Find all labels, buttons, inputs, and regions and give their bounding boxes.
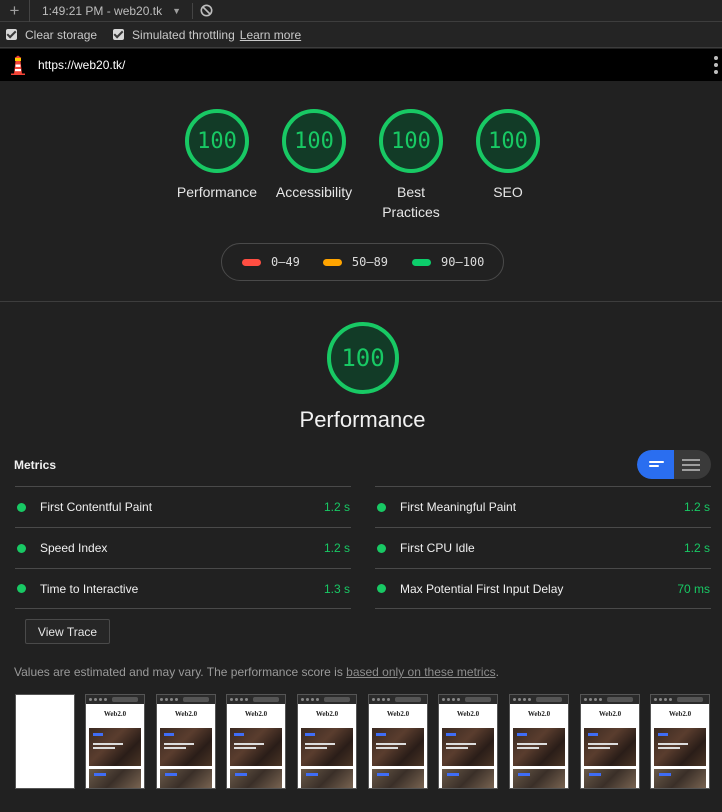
metric-first-contentful-paint: First Contentful Paint 1.2 s <box>15 486 351 527</box>
learn-more-link[interactable]: Learn more <box>240 28 301 42</box>
gauge-performance-label: Performance <box>176 184 258 200</box>
pass-dot-icon <box>17 502 26 512</box>
metric-first-meaningful-paint: First Meaningful Paint 1.2 s <box>375 486 711 527</box>
disclaimer-text: Values are estimated and may vary. The p… <box>14 665 347 679</box>
performance-score-gauge: 100 <box>327 322 399 394</box>
compact-view-button[interactable] <box>637 450 674 479</box>
legend-fail: 0–49 <box>242 255 300 269</box>
filmstrip-brand: Web2.0 <box>244 710 268 718</box>
filmstrip-frame: Web2.0 <box>509 694 569 789</box>
gauge-best-practices-score: 100 <box>379 109 443 173</box>
clear-storage-checkbox[interactable] <box>6 29 17 40</box>
scoring-metrics-link[interactable]: based only on these metrics <box>346 665 495 679</box>
disclaimer-end: . <box>495 665 499 679</box>
metrics-heading: Metrics <box>14 458 57 472</box>
filmstrip-frame: Web2.0 <box>438 694 498 789</box>
filmstrip-brand: Web2.0 <box>386 710 410 718</box>
devtools-toolbar: + 1:49:21 PM - web20.tk ▼ <box>0 0 722 22</box>
block-icon <box>200 4 212 17</box>
filmstrip-frame: Web2.0 <box>650 694 710 789</box>
filmstrip-frame: Web2.0 <box>226 694 286 789</box>
chevron-down-icon: ▼ <box>172 5 181 16</box>
legend-average-swatch <box>322 258 342 266</box>
filmstrip-brand: Web2.0 <box>174 710 198 718</box>
pass-dot-icon <box>377 543 386 553</box>
gauge-seo-score: 100 <box>476 109 540 173</box>
metric-name: Time to Interactive <box>40 581 139 596</box>
clear-all-button[interactable] <box>199 4 213 18</box>
metric-value: 1.3 s <box>323 581 350 596</box>
filmstrip-brand: Web2.0 <box>456 710 480 718</box>
gauge-seo-label: SEO <box>493 184 523 200</box>
metrics-view-toggle[interactable] <box>637 450 711 479</box>
filmstrip-frame: Web2.0 <box>156 694 216 789</box>
report-selector-label: 1:49:21 PM - web20.tk <box>42 3 163 18</box>
clear-storage-option[interactable]: Clear storage <box>6 28 97 42</box>
lighthouse-logo-icon <box>11 55 25 75</box>
gauge-accessibility-label: Accessibility <box>275 184 353 200</box>
metric-max-potential-fid: Max Potential First Input Delay 70 ms <box>375 568 711 609</box>
lighthouse-topbar: https://web20.tk/ <box>0 49 722 81</box>
metric-name: Speed Index <box>40 541 108 555</box>
metric-value: 1.2 s <box>683 541 710 555</box>
report-selector[interactable]: 1:49:21 PM - web20.tk ▼ <box>30 0 181 22</box>
metric-value: 1.2 s <box>323 500 350 514</box>
filmstrip-brand: Web2.0 <box>103 710 127 718</box>
pass-dot-icon <box>17 543 26 553</box>
legend-average-label: 50–89 <box>351 255 389 269</box>
filmstrip-frame-blank <box>15 694 75 789</box>
legend-pass-label: 90–100 <box>441 255 485 269</box>
filmstrip-frame: Web2.0 <box>85 694 145 789</box>
metric-name: First Contentful Paint <box>40 500 153 514</box>
filmstrip-frame: Web2.0 <box>297 694 357 789</box>
report-url: https://web20.tk/ <box>38 58 126 72</box>
metric-first-cpu-idle: First CPU Idle 1.2 s <box>375 527 711 568</box>
filmstrip-frame: Web2.0 <box>368 694 428 789</box>
metric-value: 1.2 s <box>683 500 710 514</box>
audit-options-bar: Clear storage Simulated throttling Learn… <box>0 22 722 48</box>
legend-fail-label: 0–49 <box>271 255 300 269</box>
metric-name: First CPU Idle <box>400 541 475 555</box>
toolbar-divider <box>192 2 193 19</box>
new-report-button[interactable]: + <box>0 0 30 22</box>
gauge-best-practices-label: Best Practices <box>382 184 440 220</box>
gauge-performance-score: 100 <box>185 109 249 173</box>
pass-dot-icon <box>377 584 386 593</box>
metrics-left-column: First Contentful Paint 1.2 s Speed Index… <box>15 486 351 609</box>
clear-storage-label: Clear storage <box>25 27 98 42</box>
filmstrip-brand: Web2.0 <box>527 710 551 718</box>
score-disclaimer: Values are estimated and may vary. The p… <box>14 665 499 679</box>
metric-name: Max Potential First Input Delay <box>400 581 564 596</box>
view-trace-button[interactable]: View Trace <box>25 619 110 644</box>
filmstrip-frame: Web2.0 <box>580 694 640 789</box>
filmstrip-brand: Web2.0 <box>315 710 339 718</box>
metric-time-to-interactive: Time to Interactive 1.3 s <box>15 568 351 609</box>
legend-average: 50–89 <box>322 255 389 269</box>
performance-title: Performance <box>299 407 426 432</box>
simulated-throttling-label: Simulated throttling <box>132 27 235 42</box>
gauge-accessibility-score: 100 <box>282 109 346 173</box>
pass-dot-icon <box>17 584 26 593</box>
legend-pass: 90–100 <box>412 255 484 269</box>
metric-speed-index: Speed Index 1.2 s <box>15 527 351 568</box>
more-options-icon[interactable] <box>714 56 718 74</box>
metric-value: 1.2 s <box>323 541 350 555</box>
score-legend: 0–49 50–89 90–100 <box>221 243 504 281</box>
gauge-seo[interactable]: 100 SEO <box>463 109 553 202</box>
gauge-accessibility[interactable]: 100 Accessibility <box>269 109 359 202</box>
gauge-best-practices[interactable]: 100 Best Practices <box>366 109 456 222</box>
legend-fail-swatch <box>242 258 261 266</box>
filmstrip-brand: Web2.0 <box>598 710 622 718</box>
legend-pass-swatch <box>412 258 432 266</box>
simulated-throttling-checkbox[interactable] <box>113 29 125 40</box>
section-divider <box>0 301 722 302</box>
simulated-throttling-option[interactable]: Simulated throttling Learn more <box>113 28 301 42</box>
filmstrip-brand: Web2.0 <box>668 710 692 718</box>
gauge-performance[interactable]: 100 Performance <box>172 109 262 202</box>
pass-dot-icon <box>377 502 386 512</box>
metrics-right-column: First Meaningful Paint 1.2 s First CPU I… <box>375 486 711 609</box>
metric-name: First Meaningful Paint <box>400 500 517 514</box>
metric-value: 70 ms <box>677 581 710 596</box>
